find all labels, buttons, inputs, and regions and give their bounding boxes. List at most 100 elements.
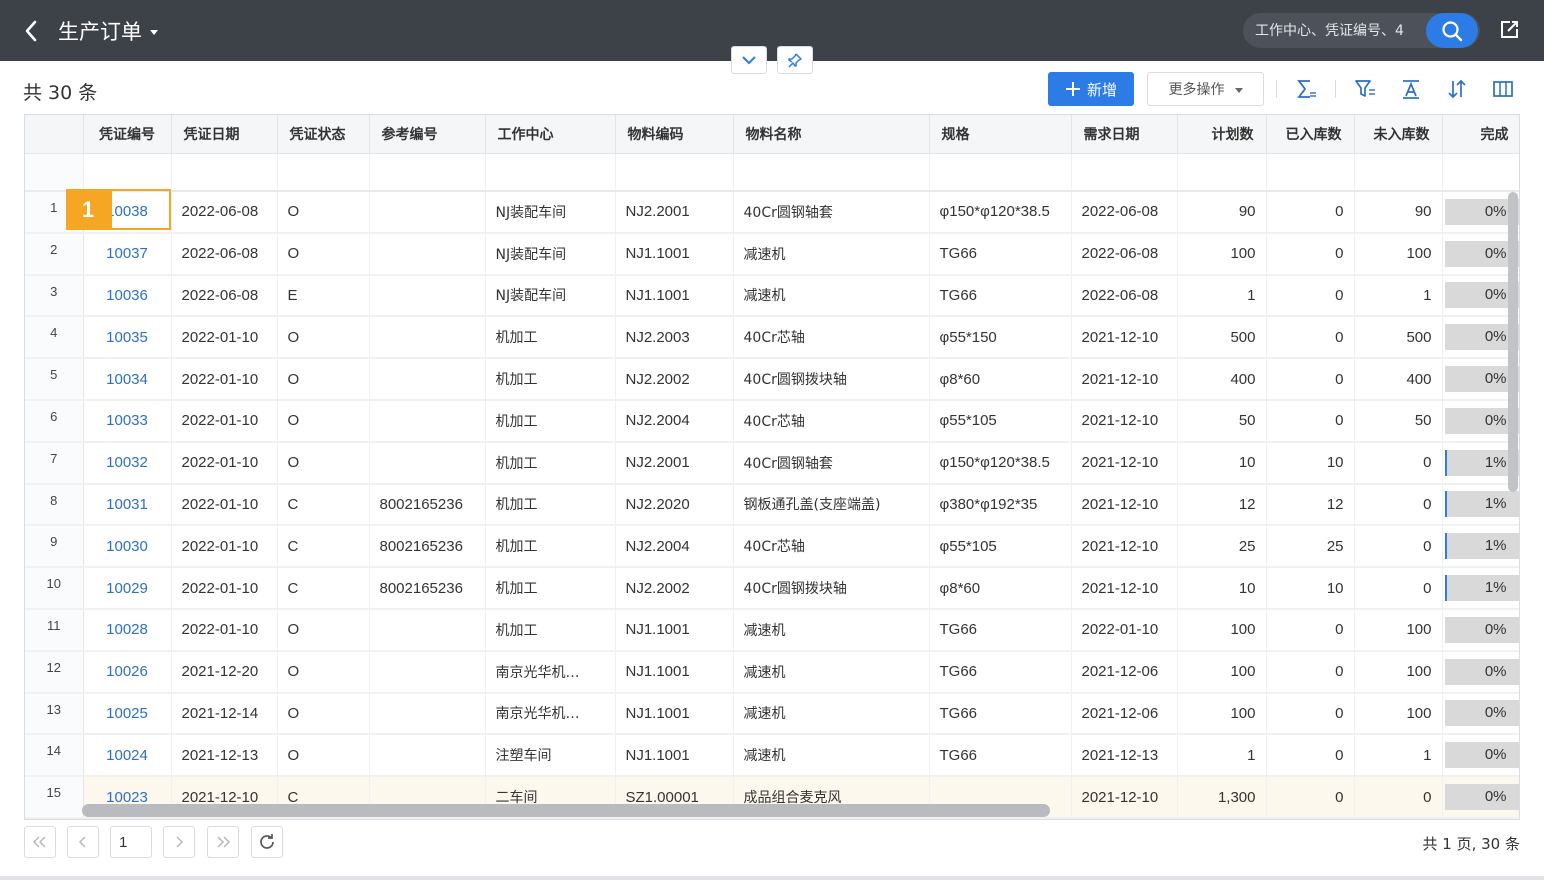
columns-icon[interactable] <box>1492 78 1514 100</box>
filter-cell[interactable] <box>615 153 734 192</box>
plan-qty-cell: 10 <box>1177 441 1267 485</box>
double-chevron-right-icon <box>217 836 231 848</box>
table-row[interactable]: 4 10035 2022-01-10 O 机加工 NJ2.2003 40Cr芯轴 φ55*15… <box>25 316 1519 360</box>
back-arrow-icon[interactable] <box>22 18 40 44</box>
filter-icon[interactable] <box>1354 78 1376 100</box>
work-center-cell: 机加工 <box>485 525 616 569</box>
filter-cell[interactable] <box>83 153 172 192</box>
column-header[interactable]: 计划数 <box>1177 115 1267 154</box>
search-button[interactable] <box>1426 13 1478 48</box>
pin-panel-button[interactable] <box>777 46 813 74</box>
voucher-link[interactable]: 10030 <box>83 525 172 569</box>
table-row[interactable]: 12 10026 2021-12-20 O 南京光华机… NJ1.1001 减速机 TG66 2… <box>25 650 1519 694</box>
sort-icon[interactable] <box>1446 78 1468 100</box>
column-header[interactable]: 已入库数 <box>1266 115 1355 154</box>
first-page-button[interactable] <box>24 826 56 858</box>
next-page-button[interactable] <box>163 826 195 858</box>
table-row[interactable]: 7 10032 2022-01-10 O 机加工 NJ2.2001 40Cr圆钢轴套 φ150… <box>25 441 1519 485</box>
material-name-cell: 减速机 <box>733 232 930 276</box>
status-cell: O <box>277 399 370 443</box>
received-qty-cell: 25 <box>1266 525 1355 569</box>
voucher-link[interactable]: 10026 <box>83 650 172 694</box>
table-row[interactable]: 2 10037 2022-06-08 O NJ装配车间 NJ1.1001 减速机 TG66 20… <box>25 232 1519 276</box>
last-page-button[interactable] <box>207 826 239 858</box>
need-date-cell: 2022-01-10 <box>1071 608 1178 652</box>
filter-cell[interactable] <box>1266 153 1355 192</box>
voucher-link[interactable]: 10025 <box>83 692 172 736</box>
table-row[interactable]: 13 10025 2021-12-14 O 南京光华机… NJ1.1001 减速机 TG66 2… <box>25 692 1519 736</box>
table-row[interactable]: 14 10024 2021-12-13 O 注塑车间 NJ1.1001 减速机 TG66 202… <box>25 734 1519 778</box>
filter-cell[interactable] <box>1442 153 1519 192</box>
material-code-cell: NJ2.2003 <box>615 316 734 360</box>
voucher-link[interactable]: 10028 <box>83 608 172 652</box>
voucher-date-cell: 2021-12-20 <box>171 650 278 694</box>
voucher-link[interactable]: 10037 <box>83 232 172 276</box>
page-title-dropdown[interactable]: 生产订单 <box>58 16 158 46</box>
table-row[interactable]: 6 10033 2022-01-10 O 机加工 NJ2.2004 40Cr芯轴 φ55*10… <box>25 399 1519 443</box>
received-qty-cell: 0 <box>1266 608 1355 652</box>
filter-cell[interactable] <box>1354 153 1443 192</box>
status-cell: O <box>277 608 370 652</box>
table-row[interactable]: 8 10031 2022-01-10 C 8002165236 机加工 NJ2.2020 钢板… <box>25 483 1519 527</box>
filter-cell[interactable] <box>929 153 1072 192</box>
horizontal-scrollbar[interactable] <box>82 804 1050 817</box>
voucher-link[interactable]: 10029 <box>83 567 172 610</box>
voucher-link[interactable]: 10032 <box>83 441 172 485</box>
filter-cell[interactable] <box>171 153 278 192</box>
voucher-link[interactable]: 10024 <box>83 734 172 778</box>
filter-cell[interactable] <box>733 153 930 192</box>
filter-cell[interactable] <box>1071 153 1178 192</box>
voucher-link[interactable]: 10031 <box>83 483 172 527</box>
received-qty-cell: 0 <box>1266 399 1355 443</box>
table-row[interactable]: 9 10030 2022-01-10 C 8002165236 机加工 NJ2.2004 40… <box>25 525 1519 569</box>
table-row[interactable]: 1 10038 2022-06-08 O NJ装配车间 NJ2.2001 40Cr圆钢轴套 φ… <box>25 191 1519 234</box>
filter-cell[interactable] <box>1177 153 1267 192</box>
table-row[interactable]: 10 10029 2022-01-10 C 8002165236 机加工 NJ2.2002 4… <box>25 567 1519 610</box>
text-format-icon[interactable] <box>1400 78 1422 100</box>
column-header[interactable]: 规格 <box>929 115 1072 154</box>
reference-cell <box>369 692 486 736</box>
filter-cell[interactable] <box>485 153 616 192</box>
table-row[interactable]: 5 10034 2022-01-10 O 机加工 NJ2.2002 40Cr圆钢拨块轴 φ8*… <box>25 358 1519 401</box>
open-external-icon[interactable] <box>1497 18 1521 42</box>
column-header[interactable]: 凭证日期 <box>171 115 278 154</box>
row-number: 11 <box>25 608 84 652</box>
voucher-link[interactable]: 10036 <box>83 274 172 318</box>
plan-qty-cell: 25 <box>1177 525 1267 569</box>
column-header[interactable]: 完成 <box>1442 115 1519 154</box>
material-code-cell: NJ2.2004 <box>615 525 734 569</box>
table-row[interactable]: 11 10028 2022-01-10 O 机加工 NJ1.1001 减速机 TG66 2022… <box>25 608 1519 652</box>
page-number-input[interactable] <box>110 826 152 858</box>
filter-cell[interactable] <box>369 153 486 192</box>
column-header[interactable]: 物料编码 <box>615 115 734 154</box>
refresh-button[interactable] <box>251 826 283 858</box>
work-center-cell: 机加工 <box>485 399 616 443</box>
completion-label: 0% <box>1484 202 1507 220</box>
pending-qty-cell: 1 <box>1354 274 1443 318</box>
table-header-row: 凭证编号 凭证日期 凭证状态 参考编号 工作中心 物料编码 物料名称 规格 需求… <box>25 115 1519 154</box>
more-actions-button[interactable]: 更多操作 <box>1147 72 1264 106</box>
column-header[interactable]: 未入库数 <box>1354 115 1443 154</box>
pending-qty-cell: 500 <box>1354 316 1443 360</box>
search-input[interactable] <box>1255 13 1421 48</box>
vertical-scrollbar[interactable] <box>1508 192 1518 492</box>
sum-icon[interactable] <box>1295 78 1317 100</box>
column-header[interactable]: 凭证状态 <box>277 115 370 154</box>
table-row[interactable]: 3 10036 2022-06-08 E NJ装配车间 NJ1.1001 减速机 TG66 20… <box>25 274 1519 318</box>
add-button[interactable]: 新增 <box>1048 72 1134 106</box>
collapse-panel-button[interactable] <box>731 46 767 74</box>
voucher-link[interactable]: 10033 <box>83 399 172 443</box>
voucher-link[interactable]: 10035 <box>83 316 172 360</box>
received-qty-cell: 0 <box>1266 692 1355 736</box>
material-name-cell: 减速机 <box>733 734 930 778</box>
plan-qty-cell: 100 <box>1177 608 1267 652</box>
column-header[interactable]: 物料名称 <box>733 115 930 154</box>
column-header[interactable]: 工作中心 <box>485 115 616 154</box>
voucher-link[interactable]: 10034 <box>83 358 172 401</box>
prev-page-button[interactable] <box>67 826 99 858</box>
filter-cell[interactable] <box>277 153 370 192</box>
column-header[interactable]: 参考编号 <box>369 115 486 154</box>
column-header[interactable]: 凭证编号 <box>83 115 172 154</box>
column-header[interactable]: 需求日期 <box>1071 115 1178 154</box>
material-name-cell: 减速机 <box>733 692 930 736</box>
